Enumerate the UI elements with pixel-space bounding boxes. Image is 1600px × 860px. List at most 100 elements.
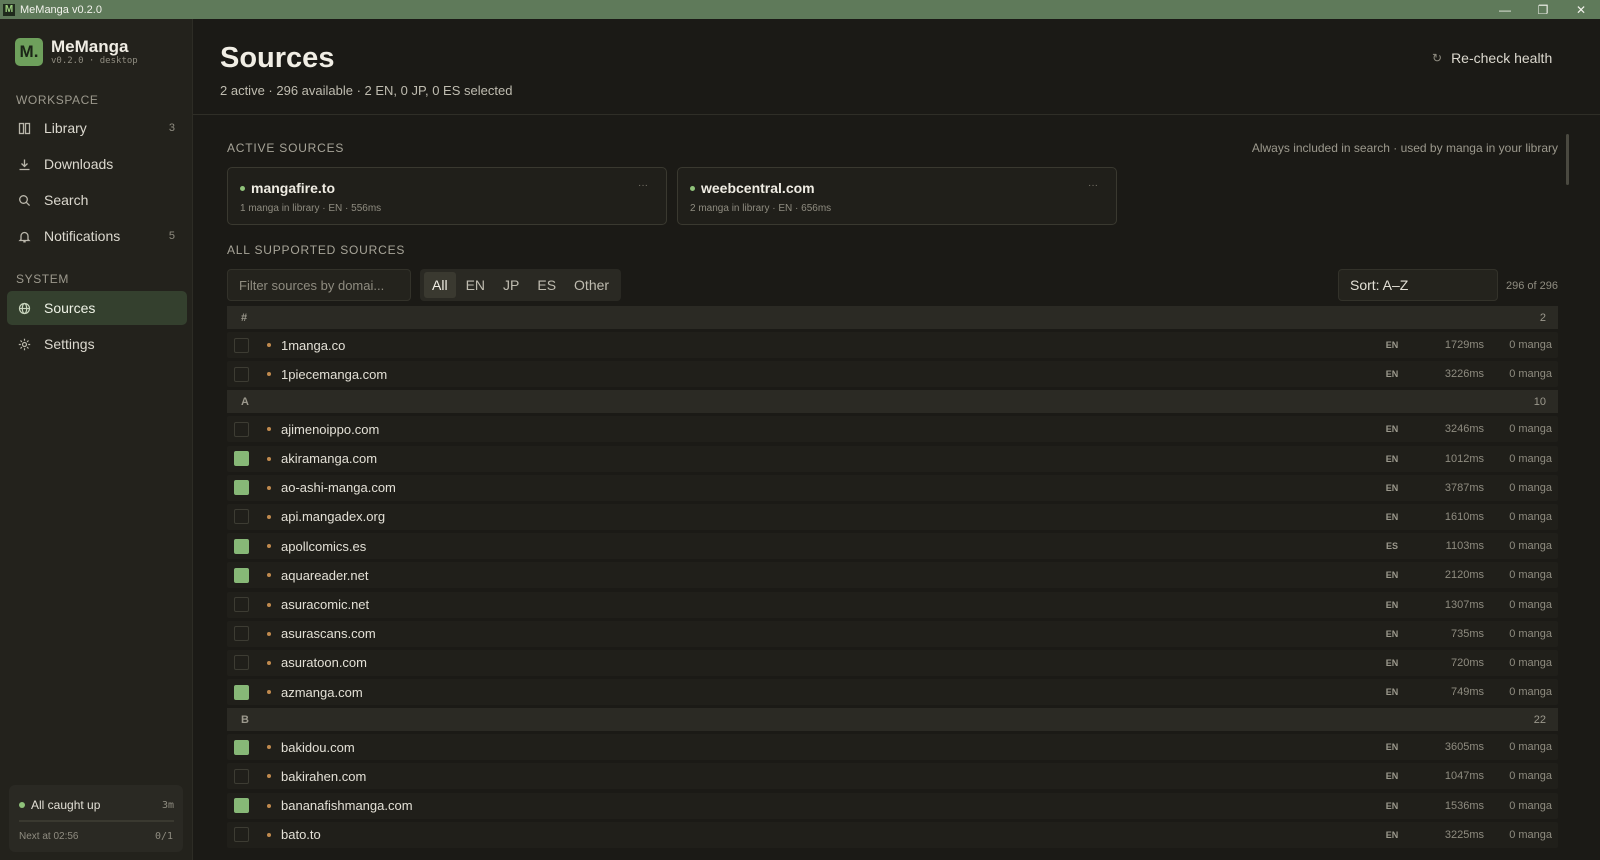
result-count: 296 of 296: [1506, 280, 1558, 292]
source-checkbox[interactable]: [234, 655, 249, 671]
minimize-icon[interactable]: —: [1486, 0, 1524, 19]
library-icon: [17, 121, 32, 136]
source-row[interactable]: ajimenoippo.com EN 3246ms 0 manga: [227, 416, 1558, 443]
all-sources-heading: ALL SUPPORTED SOURCES: [227, 243, 406, 257]
tab-en[interactable]: EN: [458, 272, 493, 298]
health-dot: [267, 485, 271, 490]
sidebar-item-downloads[interactable]: Downloads: [7, 147, 187, 181]
sidebar-item-label: Downloads: [44, 156, 114, 172]
source-manga-count: 0 manga: [1509, 656, 1552, 669]
sidebar-item-notifications[interactable]: Notifications 5: [7, 219, 187, 253]
source-row[interactable]: bakirahen.com EN 1047ms 0 manga: [227, 763, 1558, 790]
source-latency: 1012ms: [1444, 452, 1484, 465]
source-row[interactable]: asuratoon.com EN 720ms 0 manga: [227, 649, 1558, 676]
active-source-card[interactable]: weebcentral.com 2 manga in library · EN …: [677, 167, 1117, 225]
source-row[interactable]: asurascans.com EN 735ms 0 manga: [227, 620, 1558, 647]
source-name: apollcomics.es: [281, 538, 367, 554]
brand: M. MeManga v0.2.0 · desktop: [15, 37, 138, 67]
source-row[interactable]: api.mangadex.org EN 1610ms 0 manga: [227, 503, 1558, 530]
source-name: bato.to: [281, 827, 321, 843]
source-checkbox[interactable]: [234, 538, 249, 554]
tab-jp[interactable]: JP: [495, 272, 527, 298]
source-checkbox[interactable]: [234, 684, 249, 700]
source-row[interactable]: aquareader.net EN 2120ms 0 manga: [227, 562, 1558, 589]
source-name: asurascans.com: [281, 626, 376, 642]
source-checkbox[interactable]: [234, 337, 249, 353]
source-checkbox[interactable]: [234, 798, 249, 814]
source-checkbox[interactable]: [234, 567, 249, 583]
download-icon: [17, 157, 32, 172]
scrollbar-thumb[interactable]: [1566, 134, 1569, 185]
search-icon: [17, 193, 32, 208]
window-controls: — ❐ ✕: [1486, 0, 1600, 19]
source-manga-count: 0 manga: [1509, 770, 1552, 783]
source-latency: 735ms: [1450, 627, 1484, 640]
source-row[interactable]: apollcomics.es ES 1103ms 0 manga: [227, 533, 1558, 560]
active-source-meta: 2 manga in library · EN · 656ms: [690, 203, 832, 214]
bell-icon: [17, 229, 32, 244]
source-name: asuratoon.com: [281, 655, 367, 671]
maximize-icon[interactable]: ❐: [1524, 0, 1562, 19]
sidebar-item-settings[interactable]: Settings: [7, 327, 187, 361]
source-checkbox[interactable]: [234, 739, 249, 755]
source-manga-count: 0 manga: [1509, 569, 1552, 582]
group-letter: #: [241, 311, 248, 324]
source-row[interactable]: ao-ashi-manga.com EN 3787ms 0 manga: [227, 474, 1558, 501]
tab-all[interactable]: All: [424, 272, 456, 298]
source-row[interactable]: azmanga.com EN 749ms 0 manga: [227, 679, 1558, 706]
status-title: All caught up: [31, 798, 101, 812]
source-language: EN: [1385, 657, 1399, 668]
health-dot: [267, 602, 271, 607]
source-row[interactable]: bato.to EN 3225ms 0 manga: [227, 821, 1558, 848]
sidebar-item-search[interactable]: Search: [7, 183, 187, 217]
recheck-health-button[interactable]: ↻ Re-check health: [1432, 50, 1552, 66]
source-checkbox[interactable]: [234, 366, 249, 382]
close-icon[interactable]: ✕: [1562, 0, 1600, 19]
sidebar-item-sources[interactable]: Sources: [7, 291, 187, 325]
source-latency: 1729ms: [1444, 339, 1484, 351]
source-checkbox[interactable]: [234, 768, 249, 784]
source-row[interactable]: 1piecemanga.com EN 3226ms 0 manga: [227, 361, 1558, 388]
more-options-icon[interactable]: ···: [1088, 180, 1098, 191]
source-row[interactable]: bananafishmanga.com EN 1536ms 0 manga: [227, 792, 1558, 819]
source-latency: 1103ms: [1445, 540, 1484, 553]
source-language: EN: [1385, 800, 1399, 811]
source-checkbox[interactable]: [234, 597, 249, 612]
health-dot: [267, 832, 271, 837]
source-row[interactable]: 1manga.co EN 1729ms 0 manga: [227, 332, 1558, 358]
source-checkbox[interactable]: [234, 626, 249, 642]
source-checkbox[interactable]: [234, 421, 249, 437]
source-latency: 3787ms: [1444, 481, 1484, 494]
sort-select[interactable]: Sort: A–Z: [1338, 269, 1498, 301]
health-dot: [267, 372, 271, 377]
source-checkbox[interactable]: [234, 480, 249, 496]
group-header: A 10: [227, 390, 1558, 414]
language-filter-tabs: All EN JP ES Other: [420, 269, 622, 301]
next-check-time: Next at 02:56: [19, 831, 79, 842]
notifications-count-badge: 5: [168, 230, 175, 242]
status-count: 0/1: [154, 831, 173, 842]
health-dot: [267, 514, 271, 519]
source-name: ajimenoippo.com: [281, 421, 380, 437]
tab-es[interactable]: ES: [529, 272, 564, 298]
health-dot: [267, 745, 271, 750]
source-manga-count: 0 manga: [1509, 627, 1552, 640]
filter-sources-input[interactable]: [227, 269, 411, 301]
source-language: EN: [1385, 687, 1399, 698]
source-checkbox[interactable]: [234, 451, 249, 467]
source-checkbox[interactable]: [234, 509, 249, 525]
source-row[interactable]: akiramanga.com EN 1012ms 0 manga: [227, 445, 1558, 472]
source-row[interactable]: bakidou.com EN 3605ms 0 manga: [227, 734, 1558, 761]
sidebar-item-library[interactable]: Library 3: [7, 111, 187, 145]
source-language: EN: [1385, 511, 1399, 522]
more-options-icon[interactable]: ···: [638, 180, 648, 191]
tab-other[interactable]: Other: [566, 272, 617, 298]
source-manga-count: 0 manga: [1509, 828, 1552, 841]
source-row[interactable]: asuracomic.net EN 1307ms 0 manga: [227, 591, 1558, 618]
health-dot: [267, 631, 271, 636]
source-latency: 749ms: [1450, 686, 1484, 699]
active-source-card[interactable]: mangafire.to 1 manga in library · EN · 5…: [227, 167, 667, 225]
status-progress-bar: [19, 820, 174, 822]
group-count: 10: [1533, 395, 1546, 408]
source-checkbox[interactable]: [234, 827, 249, 843]
